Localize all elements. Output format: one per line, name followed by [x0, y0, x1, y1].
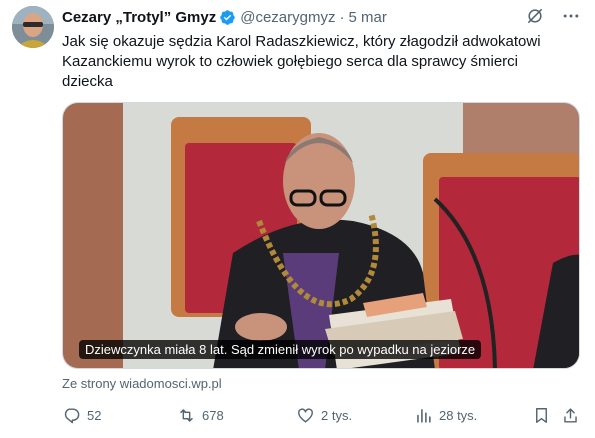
- reply-count: 52: [87, 407, 102, 423]
- grok-icon[interactable]: [525, 6, 545, 26]
- media-image: [63, 103, 579, 368]
- views-icon: [417, 408, 431, 423]
- tweet-header: Cezary „Trotyl” Gmyz @cezarygmyz · 5 mar: [62, 6, 581, 28]
- display-name[interactable]: Cezary „Trotyl” Gmyz: [62, 9, 216, 26]
- separator: ·: [339, 8, 345, 26]
- handle[interactable]: @cezarygmyz: [240, 9, 335, 26]
- like-button[interactable]: 2 tys.: [296, 406, 352, 425]
- share-button[interactable]: [561, 406, 580, 425]
- reply-button[interactable]: 52: [62, 406, 101, 425]
- reply-icon: [64, 407, 80, 423]
- bookmark-icon: [536, 407, 547, 423]
- media-caption: Dziewczynka miała 8 lat. Sąd zmienił wyr…: [79, 340, 482, 359]
- timestamp[interactable]: 5 mar: [348, 9, 386, 26]
- like-icon: [298, 407, 313, 423]
- avatar[interactable]: [12, 6, 54, 48]
- share-icon: [564, 407, 577, 423]
- media-source-link[interactable]: Ze strony wiadomosci.wp.pl: [62, 376, 222, 391]
- tweet[interactable]: Cezary „Trotyl” Gmyz @cezarygmyz · 5 mar: [0, 0, 595, 438]
- views-count: 28 tys.: [439, 407, 478, 423]
- retweet-icon: [180, 408, 193, 422]
- retweet-count: 678: [202, 407, 224, 423]
- like-count: 2 tys.: [321, 407, 353, 423]
- views-button[interactable]: 28 tys.: [414, 406, 477, 425]
- retweet-button[interactable]: 678: [177, 406, 224, 425]
- verified-badge-icon[interactable]: [219, 9, 236, 26]
- bookmark-button[interactable]: [532, 406, 551, 425]
- tweet-text: Jak się okazuje sędzia Karol Radaszkiewi…: [62, 33, 541, 90]
- action-bar: 52 678 2 tys. 28 tys.: [62, 403, 581, 427]
- more-icon[interactable]: [561, 6, 581, 26]
- tweet-media[interactable]: Dziewczynka miała 8 lat. Sąd zmienił wyr…: [62, 102, 580, 369]
